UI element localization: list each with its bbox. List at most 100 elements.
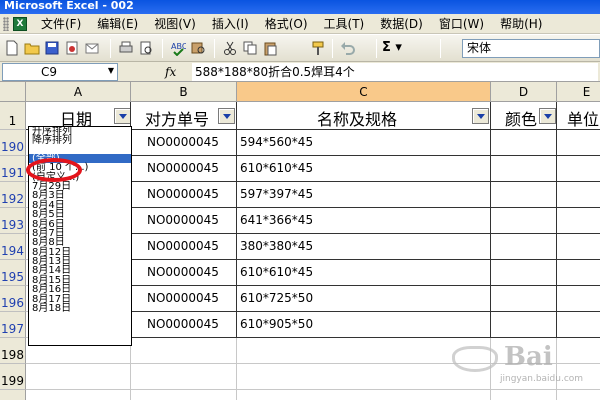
row-header[interactable]: 190 — [0, 130, 26, 156]
color-cell[interactable] — [491, 182, 557, 208]
select-all-corner[interactable] — [0, 82, 26, 102]
menu-view[interactable]: 视图(V) — [146, 14, 204, 34]
filter-dropdown-icon[interactable] — [539, 108, 556, 124]
menu-window[interactable]: 窗口(W) — [431, 14, 492, 34]
research-icon[interactable] — [190, 40, 206, 56]
row-header[interactable]: 191 — [0, 156, 26, 182]
undo-icon[interactable] — [340, 40, 356, 56]
menu-tools[interactable]: 工具(T) — [316, 14, 373, 34]
unit-cell[interactable] — [557, 208, 600, 234]
filter-dropdown-icon[interactable] — [114, 108, 130, 124]
filter-dropdown-icon[interactable] — [218, 108, 235, 124]
spec-cell[interactable]: 594*560*45 — [237, 130, 491, 156]
permission-icon[interactable] — [64, 40, 80, 56]
row-header[interactable]: 199 — [0, 364, 26, 390]
spec-cell[interactable]: 610*610*45 — [237, 260, 491, 286]
menu-file[interactable]: 文件(F) — [33, 14, 89, 34]
order-number-cell[interactable]: NO0000045 — [131, 312, 237, 338]
cell-text: 610*610*45 — [240, 161, 314, 175]
print-preview-icon[interactable] — [138, 40, 154, 56]
color-cell[interactable] — [491, 130, 557, 156]
paste-icon[interactable] — [262, 40, 278, 56]
order-number-cell[interactable]: NO0000045 — [131, 182, 237, 208]
unit-cell[interactable] — [557, 130, 600, 156]
order-number-cell[interactable] — [131, 364, 237, 390]
spec-cell[interactable]: 380*380*45 — [237, 234, 491, 260]
header-cell-name-spec[interactable]: 名称及规格 — [237, 102, 491, 130]
unit-cell[interactable] — [557, 156, 600, 182]
font-name-select[interactable]: 宋体 — [462, 39, 600, 58]
name-box[interactable]: C9 — [2, 63, 118, 81]
header-cell-unit[interactable]: 单位 — [557, 102, 600, 130]
autosum-icon[interactable]: Σ ▾ — [382, 40, 412, 56]
order-number-cell[interactable]: NO0000045 — [131, 208, 237, 234]
color-cell[interactable] — [491, 156, 557, 182]
unit-cell[interactable] — [557, 312, 600, 338]
column-header-b[interactable]: B — [131, 82, 237, 102]
order-number-cell[interactable]: NO0000045 — [131, 234, 237, 260]
column-header-c[interactable]: C — [237, 82, 491, 102]
spec-cell[interactable]: 610*725*50 — [237, 286, 491, 312]
format-painter-icon[interactable] — [310, 40, 326, 56]
cell-text: 641*366*45 — [240, 213, 314, 227]
row-header[interactable]: 192 — [0, 182, 26, 208]
chevron-down-icon[interactable]: ▼ — [104, 63, 118, 79]
menu-grip-handle[interactable] — [3, 16, 9, 31]
menu-insert[interactable]: 插入(I) — [204, 14, 257, 34]
column-header-a[interactable]: A — [26, 82, 131, 102]
unit-cell[interactable] — [557, 260, 600, 286]
spec-cell[interactable]: 641*366*45 — [237, 208, 491, 234]
order-number-cell[interactable]: NO0000045 — [131, 260, 237, 286]
open-folder-icon[interactable] — [24, 40, 40, 56]
menu-data[interactable]: 数据(D) — [372, 14, 431, 34]
order-number-cell[interactable]: NO0000045 — [131, 286, 237, 312]
unit-cell[interactable] — [557, 234, 600, 260]
print-icon[interactable] — [118, 40, 134, 56]
sort-descending-item[interactable]: 降序排列 — [29, 136, 131, 146]
copy-icon[interactable] — [242, 40, 258, 56]
row-header[interactable]: 198 — [0, 338, 26, 364]
formula-input[interactable]: 588*188*80折合0.5焊耳4个 — [192, 63, 598, 81]
save-icon[interactable] — [44, 40, 60, 56]
order-number-cell[interactable] — [131, 338, 237, 364]
date-cell[interactable] — [26, 364, 131, 390]
row-header[interactable]: 1 — [0, 102, 26, 130]
new-document-icon[interactable] — [4, 40, 20, 56]
row-header[interactable]: 197 — [0, 312, 26, 338]
cell-text: NO0000045 — [147, 239, 219, 253]
header-cell-order-number[interactable]: 对方单号 — [131, 102, 237, 130]
menu-edit[interactable]: 编辑(E) — [89, 14, 146, 34]
email-icon[interactable] — [84, 40, 100, 56]
unit-cell[interactable] — [557, 286, 600, 312]
header-cell-color[interactable]: 颜色 — [491, 102, 557, 130]
spelling-icon[interactable]: ABC — [170, 40, 186, 56]
cell-text: 610*725*50 — [240, 291, 314, 305]
excel-icon[interactable]: X — [13, 16, 27, 31]
filter-option-date[interactable]: 8月18日 — [29, 303, 131, 313]
row-header[interactable]: 195 — [0, 260, 26, 286]
spec-cell[interactable]: 610*905*50 — [237, 312, 491, 338]
date-cell[interactable] — [26, 390, 131, 400]
order-number-cell[interactable] — [131, 390, 237, 400]
spec-cell[interactable]: 610*610*45 — [237, 156, 491, 182]
menu-format[interactable]: 格式(O) — [257, 14, 316, 34]
filter-dropdown-icon[interactable] — [472, 108, 489, 124]
column-header-d[interactable]: D — [491, 82, 557, 102]
insert-function-icon[interactable]: fx — [165, 63, 185, 81]
color-cell[interactable] — [491, 234, 557, 260]
order-number-cell[interactable]: NO0000045 — [131, 156, 237, 182]
color-cell[interactable] — [491, 286, 557, 312]
row-header[interactable]: 200 — [0, 390, 26, 400]
unit-cell[interactable] — [557, 182, 600, 208]
row-header[interactable]: 194 — [0, 234, 26, 260]
order-number-cell[interactable]: NO0000045 — [131, 130, 237, 156]
row-header[interactable]: 196 — [0, 286, 26, 312]
row-header[interactable]: 193 — [0, 208, 26, 234]
color-cell[interactable] — [491, 312, 557, 338]
menu-help[interactable]: 帮助(H) — [492, 14, 550, 34]
spec-cell[interactable]: 597*397*45 — [237, 182, 491, 208]
column-header-e[interactable]: E — [557, 82, 600, 102]
color-cell[interactable] — [491, 208, 557, 234]
cut-icon[interactable] — [222, 40, 238, 56]
color-cell[interactable] — [491, 260, 557, 286]
